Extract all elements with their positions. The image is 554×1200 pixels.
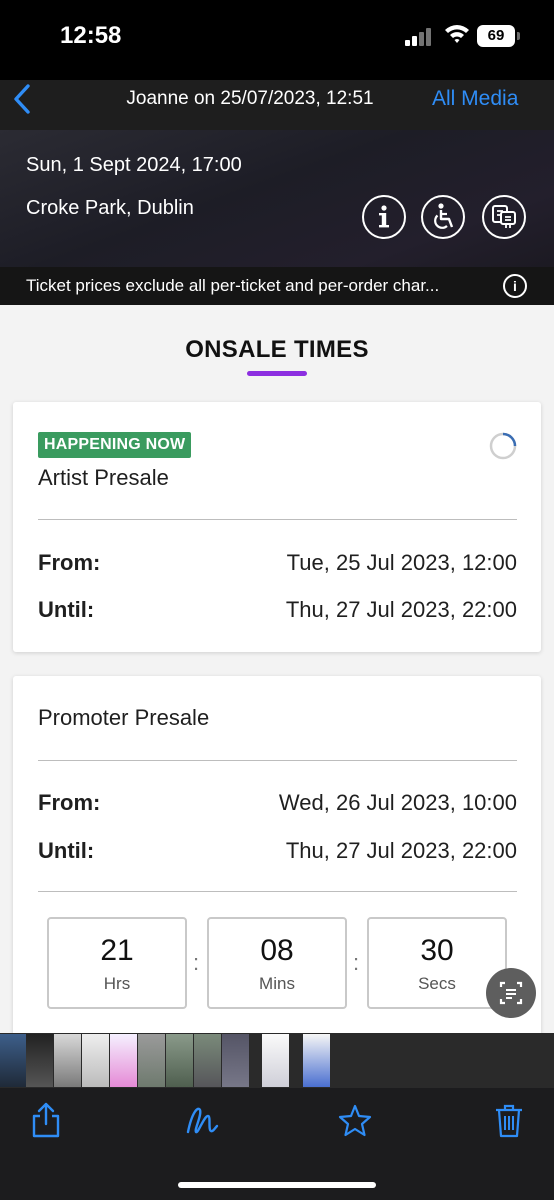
price-disclaimer: Ticket prices exclude all per-ticket and…	[26, 276, 440, 295]
thumbnail[interactable]	[138, 1034, 165, 1087]
thumbnail[interactable]	[303, 1034, 330, 1087]
info-icon[interactable]	[362, 195, 406, 239]
battery-tip	[517, 32, 520, 40]
from-value: Tue, 25 Jul 2023, 12:00	[286, 550, 517, 575]
thumbnail[interactable]	[194, 1034, 221, 1087]
share-icon[interactable]	[28, 1100, 64, 1140]
until-value: Thu, 27 Jul 2023, 22:00	[285, 597, 517, 622]
until-label: Until:	[38, 838, 95, 863]
divider	[38, 760, 517, 761]
markup-icon[interactable]	[184, 1100, 220, 1140]
thumbnail[interactable]	[26, 1034, 53, 1087]
event-date: Sun, 1 Sept 2024, 17:00	[26, 154, 242, 176]
accessibility-icon[interactable]	[421, 195, 465, 239]
thumbnail[interactable]	[262, 1034, 289, 1087]
loading-spinner-icon	[489, 432, 517, 460]
thumbnail[interactable]	[54, 1034, 81, 1087]
wifi-icon	[445, 25, 469, 43]
all-media-button[interactable]: All Media	[432, 87, 518, 111]
divider	[38, 891, 517, 892]
from-value: Wed, 26 Jul 2023, 10:00	[278, 790, 517, 815]
clock: 12:58	[60, 22, 122, 49]
trash-icon[interactable]	[491, 1100, 527, 1140]
favorite-icon[interactable]	[337, 1100, 373, 1140]
thumbnail[interactable]	[110, 1034, 137, 1087]
from-label: From:	[38, 790, 101, 815]
thumbnail[interactable]	[166, 1034, 193, 1087]
countdown-seconds-value: 30	[420, 934, 454, 967]
countdown-separator: :	[353, 950, 360, 975]
disclaimer-info-icon[interactable]: i	[503, 274, 527, 298]
from-label: From:	[38, 550, 101, 575]
thumbnail[interactable]	[0, 1034, 27, 1087]
home-indicator	[178, 1182, 376, 1188]
status-badge: HAPPENING NOW	[38, 432, 192, 458]
presale-name: Artist Presale	[38, 465, 169, 490]
seat-map-icon[interactable]	[482, 195, 526, 239]
countdown-minutes-unit: Mins	[259, 974, 295, 993]
countdown-hours-unit: Hrs	[103, 974, 131, 993]
until-value: Thu, 27 Jul 2023, 22:00	[285, 838, 517, 863]
event-venue: Croke Park, Dublin	[26, 197, 194, 219]
thumbnail[interactable]	[82, 1034, 109, 1087]
divider	[38, 519, 517, 520]
thumbnail[interactable]	[222, 1034, 249, 1087]
live-text-icon[interactable]	[486, 968, 536, 1018]
battery-icon: 69	[477, 25, 515, 47]
countdown-hours-value: 21	[100, 934, 134, 967]
until-label: Until:	[38, 597, 95, 622]
section-underline	[247, 371, 307, 376]
nav-title: Joanne on 25/07/2023, 12:51	[126, 88, 374, 109]
countdown-minutes-value: 08	[260, 934, 294, 967]
section-title: ONSALE TIMES	[185, 336, 369, 363]
presale-name: Promoter Presale	[38, 705, 210, 730]
countdown-separator: :	[193, 950, 200, 975]
chevron-left-icon[interactable]	[10, 82, 34, 116]
cellular-signal-icon	[405, 28, 433, 46]
